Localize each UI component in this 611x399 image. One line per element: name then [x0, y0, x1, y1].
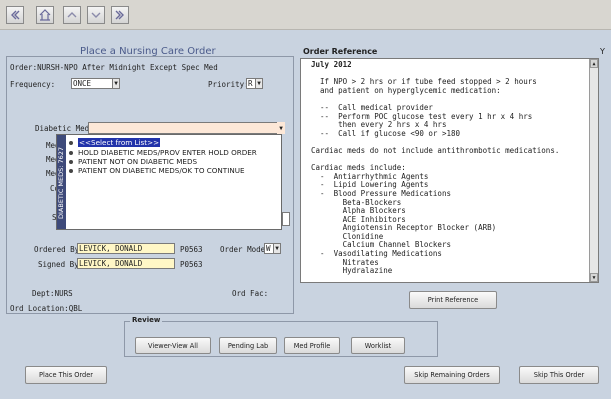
med-profile-button[interactable]: Med Profile	[284, 337, 340, 354]
skip-remaining-orders-button[interactable]: Skip Remaining Orders	[404, 366, 500, 384]
list-item[interactable]: PATIENT ON DIABETIC MEDS/OK TO CONTINUE	[69, 166, 245, 175]
ord-location-label: Ord Location:QBL	[10, 304, 83, 313]
pending-lab-button[interactable]: Pending Lab	[219, 337, 277, 354]
reference-scrollbar[interactable]: ▲ ▼	[589, 59, 598, 282]
hidden-field-edge[interactable]	[282, 212, 290, 226]
order-mode-dropdown[interactable]: ▼	[273, 243, 281, 254]
ordered-by-field[interactable]: LEVICK, DONALD	[77, 243, 175, 254]
signed-by-field[interactable]: LEVICK, DONALD	[77, 258, 175, 269]
reference-title: Order Reference	[303, 47, 378, 56]
toolbar	[0, 0, 611, 30]
list-item[interactable]: HOLD DIABETIC MEDS/PROV ENTER HOLD ORDER	[69, 148, 257, 157]
last-icon[interactable]	[111, 6, 129, 24]
frequency-field[interactable]: ONCE	[71, 78, 116, 89]
diabetic-label: Diabetic Med:	[35, 124, 94, 133]
up-icon[interactable]	[63, 6, 81, 24]
worklist-button[interactable]: Worklist	[351, 337, 405, 354]
scroll-up-icon[interactable]: ▲	[590, 59, 598, 68]
frequency-label: Frequency:	[10, 80, 56, 89]
reference-edge-text: Y	[600, 47, 605, 56]
reference-text: July 2012 If NPO > 2 hrs or if tube feed…	[301, 59, 589, 282]
diabetic-med-list[interactable]: DIABETIC MEDS: 7627 <<Select from List>>…	[56, 134, 282, 230]
order-reference-box[interactable]: July 2012 If NPO > 2 hrs or if tube feed…	[300, 58, 599, 283]
scroll-down-icon[interactable]: ▼	[590, 273, 598, 282]
first-icon[interactable]	[6, 6, 24, 24]
list-item[interactable]: PATIENT NOT ON DIABETIC MEDS	[69, 157, 197, 166]
reference-line: and patient on hyperglycemic medication:	[311, 85, 501, 95]
review-label: Review	[130, 316, 163, 324]
print-reference-button[interactable]: Print Reference	[409, 291, 497, 309]
diabetic-med-select[interactable]	[88, 122, 285, 134]
frequency-dropdown[interactable]: ▼	[112, 78, 120, 89]
ord-fac-label: Ord Fac:	[232, 289, 269, 298]
reference-line: Hydralazine	[311, 266, 393, 276]
order-mode-label: Order Mode:	[220, 245, 270, 254]
dept-label: Dept:NURS	[32, 289, 73, 298]
home-icon[interactable]	[36, 6, 54, 24]
ordered-by-code: P0563	[180, 245, 203, 254]
reference-line: Cardiac meds do not include antithrombot…	[311, 145, 560, 155]
order-line: Order:NURSH-NPO After Midnight Except Sp…	[10, 63, 218, 72]
priority-dropdown[interactable]: ▼	[255, 78, 263, 89]
list-sidebar: DIABETIC MEDS: 7627	[57, 135, 66, 229]
list-item[interactable]: <<Select from List>>	[69, 138, 161, 147]
reference-line: July 2012	[311, 60, 352, 69]
place-order-button[interactable]: Place This Order	[25, 366, 107, 384]
skip-this-order-button[interactable]: Skip This Order	[519, 366, 599, 384]
signed-by-code: P0563	[180, 260, 203, 269]
reference-line: -- Call if glucose <90 or >180	[311, 128, 461, 138]
diabetic-dropdown-arrow[interactable]: ▼	[277, 122, 285, 134]
priority-label: Priority:	[208, 80, 249, 89]
viewer-view-all-button[interactable]: Viewer-View All	[135, 337, 211, 354]
down-icon[interactable]	[87, 6, 105, 24]
